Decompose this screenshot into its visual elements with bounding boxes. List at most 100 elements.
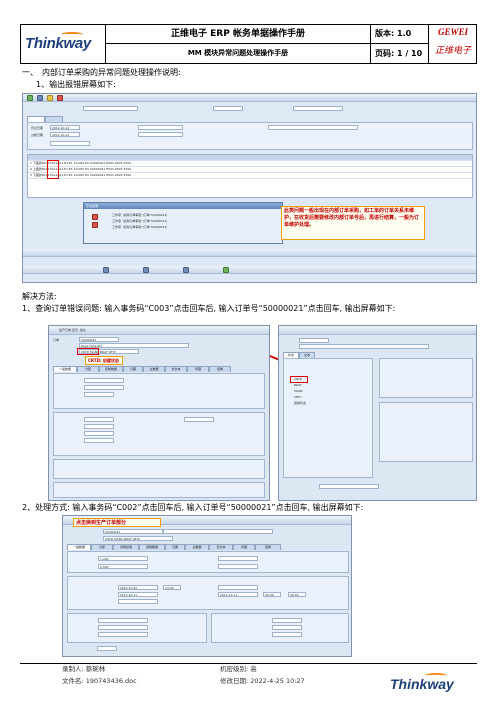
tab-general-data[interactable]: 一般数据	[53, 366, 77, 372]
detail-icon[interactable]	[103, 267, 109, 273]
doc-date-field[interactable]: 2012.10.24	[50, 125, 80, 130]
tab-goods-receipt[interactable]: 货物接收	[113, 544, 139, 550]
sched-type-field[interactable]	[98, 618, 148, 623]
sched-finish-field[interactable]: 2012.10.11	[218, 592, 258, 597]
floats-panel	[211, 613, 349, 643]
tab-master-data[interactable]: 主数据	[143, 366, 165, 372]
sched-time-field-2[interactable]: 00:00	[288, 592, 306, 597]
bottom-field[interactable]	[97, 646, 117, 651]
start-time-field[interactable]: 24:00	[163, 585, 181, 590]
tab-control-data[interactable]: 控制数据	[139, 544, 165, 550]
float-after-field[interactable]	[272, 625, 302, 630]
cost-field-2[interactable]	[84, 424, 114, 429]
back-icon[interactable]	[47, 95, 53, 101]
tab-long-text[interactable]: 长文本	[209, 544, 233, 550]
tab-dates[interactable]: 日期	[165, 544, 185, 550]
order-field[interactable]	[299, 338, 329, 343]
status-field[interactable]: CRTD MANC BRAT SETC	[103, 536, 173, 541]
total-qty-field[interactable]: 1.000	[98, 556, 148, 561]
post-icon[interactable]	[223, 267, 229, 273]
screenshot-order-change: 点击换到生产订单部分 50000041 CRTD MANC BRAT SETC …	[62, 515, 352, 657]
error-icon	[92, 214, 98, 220]
order-value: 50000041	[105, 530, 121, 534]
cost-field-4[interactable]	[84, 438, 114, 443]
cost-field-3[interactable]	[84, 431, 114, 436]
material-field[interactable]	[163, 529, 273, 534]
footer-modified: 修改日期: 2022-4-25 10:27	[220, 677, 305, 685]
status-profile-field[interactable]	[319, 484, 379, 489]
sched-time-value-2: 00:00	[290, 593, 299, 597]
release-period-field[interactable]	[272, 632, 302, 637]
release-date-field[interactable]	[118, 599, 158, 604]
dialog-line: 工作项 "采购订单审批"(订单 50000041)	[112, 213, 168, 217]
check-icon[interactable]	[27, 95, 33, 101]
general-panel	[53, 373, 265, 409]
header-text-field[interactable]	[268, 125, 358, 130]
annotation-callout: 此类问题一般出现在内部订单采购，如工单的订单关系未维护，在收货后需要修改内部订单…	[281, 206, 425, 240]
save-icon[interactable]	[37, 95, 43, 101]
sched-finish-value: 2012.10.11	[220, 593, 238, 597]
tab-admin[interactable]: 管理	[233, 544, 255, 550]
instruction-paragraph-2: 2、处理方式: 输入事务码“C002”点击回车后, 输入订单号“50000021…	[22, 503, 364, 512]
finish-date-field[interactable]: 2012.10.11	[118, 592, 158, 597]
order-type-field[interactable]	[84, 378, 124, 383]
po-field[interactable]	[293, 106, 343, 111]
unit-field[interactable]	[218, 556, 258, 561]
tab-assignment[interactable]: 分配	[77, 366, 99, 372]
tab-admin[interactable]: 管理	[187, 366, 209, 372]
tab-general-data[interactable]: 一般数据	[67, 544, 91, 550]
doc-date-label: 凭证日期	[31, 126, 44, 130]
table-row[interactable]: 3 下面的PAA170A1A01.E1.E1 10.000 EA 5000004…	[28, 173, 472, 179]
material-field[interactable]	[299, 344, 429, 349]
status-bar	[23, 266, 476, 274]
cost-field-5[interactable]	[184, 417, 214, 422]
note-field[interactable]	[98, 632, 148, 637]
movement-type-field[interactable]	[50, 141, 90, 146]
delivered-field[interactable]	[218, 564, 258, 569]
tab-master-data[interactable]: 主数据	[185, 544, 209, 550]
scrap-qty-value: 0.000	[100, 565, 109, 569]
header-callout: 点击换到生产订单部分	[73, 518, 161, 527]
order-field[interactable]: 50000041	[103, 529, 163, 534]
tab-controlling[interactable]: 控制	[255, 544, 281, 550]
system-status-panel: CRTD BRAT MANC SETC 其他状态	[283, 358, 373, 478]
cost-field-1[interactable]	[84, 417, 114, 422]
delivery-note-field[interactable]	[138, 125, 183, 130]
error-highlight	[47, 160, 59, 179]
document-field[interactable]	[83, 106, 138, 111]
post-date-field[interactable]: 2012.10.24	[50, 132, 80, 137]
status-item[interactable]: BRAT	[294, 383, 302, 387]
status-item[interactable]: 其他状态	[294, 401, 306, 405]
total-qty-value: 1.000	[100, 557, 109, 561]
dialog-title: 正在处理	[84, 203, 282, 209]
tab-controlling[interactable]: 控制	[209, 366, 231, 372]
start-time-value: 24:00	[165, 586, 174, 590]
order-field[interactable]: 50000041	[79, 337, 119, 342]
sched-start-field[interactable]	[218, 585, 258, 590]
tab-control[interactable]: 控制数据	[99, 366, 123, 372]
start-date-field[interactable]: 2012.10.20	[118, 585, 158, 590]
scrap-qty-field[interactable]: 0.000	[98, 564, 148, 569]
document-subtitle: MM 模块异常问题处理操作手册	[106, 44, 371, 63]
float-before-field[interactable]	[272, 618, 302, 623]
crtd-highlight	[290, 376, 308, 383]
settlement-panel	[53, 482, 265, 498]
status-callout: CRTD: 创建状态	[85, 356, 123, 365]
status-item[interactable]: MANC	[294, 389, 303, 393]
sched-time-field[interactable]: 00:00	[263, 592, 281, 597]
brand-en: GEWEI	[437, 27, 468, 37]
order-label: 订单	[53, 338, 60, 342]
qty-field[interactable]	[84, 392, 114, 397]
cancel-icon[interactable]	[57, 95, 63, 101]
status-item[interactable]: SETC	[294, 395, 302, 399]
tab-assignment[interactable]: 分配	[91, 544, 113, 550]
reduction-field[interactable]	[98, 625, 148, 630]
type-field[interactable]	[213, 106, 243, 111]
bill-lading-field[interactable]	[138, 132, 183, 137]
tab-dates[interactable]: 日期	[123, 366, 143, 372]
check-doc-icon[interactable]	[183, 267, 189, 273]
hold-icon[interactable]	[143, 267, 149, 273]
document-title: 正维电子 ERP 帐务单据操作手册	[106, 25, 371, 44]
plant-field[interactable]	[84, 385, 124, 390]
tab-long-text[interactable]: 长文本	[165, 366, 187, 372]
